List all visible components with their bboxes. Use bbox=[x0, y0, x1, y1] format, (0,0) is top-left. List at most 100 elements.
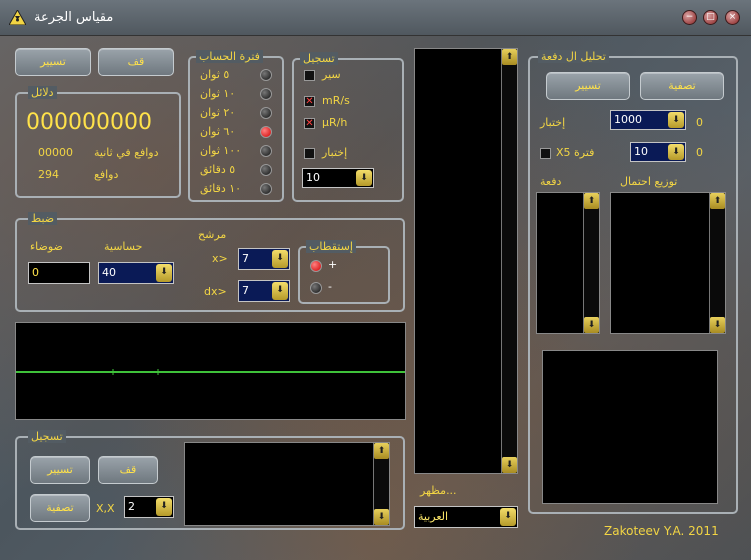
main-log-scrollbar[interactable]: ⬆ ⬇ bbox=[501, 49, 517, 473]
batch-label: دفعة bbox=[540, 175, 562, 188]
scroll-down-icon[interactable]: ⬇ bbox=[710, 317, 725, 333]
scroll-down-icon[interactable]: ⬇ bbox=[584, 317, 599, 333]
polarity-title: إستقطاب bbox=[306, 240, 356, 253]
chevron-down-icon: ⬇ bbox=[500, 508, 516, 526]
analysis-period-select[interactable]: 10 ⬇ bbox=[630, 142, 686, 162]
period-option-label: ١٠ دقائق bbox=[200, 182, 242, 195]
period-x5-label: X5 فترة bbox=[556, 146, 595, 159]
chevron-down-icon: ⬇ bbox=[668, 144, 684, 160]
record-option-checkbox[interactable]: ✕ bbox=[304, 118, 315, 129]
scroll-up-icon[interactable]: ⬆ bbox=[502, 49, 517, 65]
chevron-down-icon: ⬇ bbox=[668, 112, 684, 128]
counter-group bbox=[15, 92, 181, 198]
analysis-clear-button[interactable]: تصفية bbox=[640, 72, 724, 100]
scroll-down-icon[interactable]: ⬇ bbox=[502, 457, 517, 473]
minimize-button[interactable]: − bbox=[682, 10, 697, 25]
signal-scope bbox=[15, 322, 406, 420]
x-label: x> bbox=[212, 252, 228, 265]
period-option-label: ١٠٠ ثوان bbox=[200, 144, 242, 157]
analysis-test-select[interactable]: 1000 ⬇ bbox=[610, 110, 686, 130]
period-option-radio[interactable] bbox=[260, 126, 272, 138]
signal-trace bbox=[16, 369, 405, 375]
period-option-radio[interactable] bbox=[260, 69, 272, 81]
period-option-radio[interactable] bbox=[260, 107, 272, 119]
period-option-radio[interactable] bbox=[260, 88, 272, 100]
language-select[interactable]: العربية ⬇ bbox=[414, 506, 518, 528]
maximize-button[interactable]: □ bbox=[703, 10, 718, 25]
record-option-checkbox[interactable]: ✕ bbox=[304, 96, 315, 107]
batch-scrollbar[interactable]: ⬆ ⬇ bbox=[583, 193, 599, 333]
counter-title: دلائل bbox=[28, 86, 57, 99]
period-option-label: ٦٠ ثوان bbox=[200, 125, 236, 138]
scroll-up-icon[interactable]: ⬆ bbox=[374, 443, 389, 459]
sensitivity-select[interactable]: 40 ⬇ bbox=[98, 262, 174, 284]
dose-value: 000000000 bbox=[26, 110, 152, 135]
scroll-down-icon[interactable]: ⬇ bbox=[374, 509, 389, 525]
noise-label: ضوضاء bbox=[30, 240, 63, 253]
cps-value: 00000 bbox=[38, 146, 73, 159]
analysis-test-zero: 0 bbox=[696, 116, 703, 129]
batch-list: ⬆ ⬇ bbox=[536, 192, 600, 334]
title-bar: مقياس الجرعة − □ × bbox=[0, 0, 751, 36]
x-filter-select[interactable]: 7 ⬇ bbox=[238, 248, 290, 270]
analysis-period-zero: 0 bbox=[696, 146, 703, 159]
record-option-label: إختبار bbox=[322, 146, 348, 159]
chevron-down-icon: ⬇ bbox=[272, 250, 288, 268]
radiation-icon bbox=[8, 8, 27, 26]
polarity-plus-label: + bbox=[328, 258, 338, 271]
dx-label: dx> bbox=[204, 285, 227, 298]
main-log: ⬆ ⬇ bbox=[414, 48, 518, 474]
chevron-down-icon: ⬇ bbox=[156, 498, 172, 516]
period-option-radio[interactable] bbox=[260, 183, 272, 195]
period-option-radio[interactable] bbox=[260, 145, 272, 157]
period-option-radio[interactable] bbox=[260, 164, 272, 176]
scroll-up-icon[interactable]: ⬆ bbox=[710, 193, 725, 209]
chevron-down-icon: ⬇ bbox=[272, 282, 288, 300]
period-option-label: ٥ ثوان bbox=[200, 68, 230, 81]
chevron-down-icon: ⬇ bbox=[356, 170, 372, 186]
noise-input[interactable]: 0 bbox=[28, 262, 90, 284]
stop-button[interactable]: قف bbox=[98, 48, 174, 76]
rec2-scrollbar[interactable]: ⬆ ⬇ bbox=[373, 443, 389, 525]
rec2-select[interactable]: 2 ⬇ bbox=[124, 496, 174, 518]
record-option-checkbox[interactable] bbox=[304, 148, 315, 159]
close-button[interactable]: × bbox=[725, 10, 740, 25]
period-option-label: ٢٠ ثوان bbox=[200, 106, 236, 119]
dx-filter-select[interactable]: 7 ⬇ bbox=[238, 280, 290, 302]
filter-label: مرشح bbox=[198, 228, 227, 241]
period-x5-checkbox[interactable] bbox=[540, 148, 551, 159]
rec2-stop-button[interactable]: قف bbox=[98, 456, 158, 484]
chevron-down-icon: ⬇ bbox=[156, 264, 172, 282]
record-option-label: mR/s bbox=[322, 94, 350, 107]
copyright-text: Zakoteev Y.A. 2011 bbox=[604, 524, 719, 538]
sensitivity-label: حساسية bbox=[104, 240, 143, 253]
period-title: فترة الحساب bbox=[196, 50, 263, 63]
cps-label: دوافع في ثانية bbox=[94, 146, 159, 159]
window-title: مقياس الجرعة bbox=[34, 10, 114, 25]
polarity-minus-label: - bbox=[328, 280, 332, 293]
polarity-plus-radio[interactable] bbox=[310, 260, 322, 272]
distribution-label: توزيع احتمال bbox=[620, 175, 678, 188]
distribution-scrollbar[interactable]: ⬆ ⬇ bbox=[709, 193, 725, 333]
adjust-title: ضبط bbox=[28, 212, 58, 225]
rec2-title: تسجيل bbox=[28, 430, 66, 443]
analysis-test-label: إختبار bbox=[540, 116, 566, 129]
rec2-reset-button[interactable]: تسيير bbox=[30, 456, 90, 484]
reset-button[interactable]: تسيير bbox=[15, 48, 91, 76]
period-option-label: ١٠ ثوان bbox=[200, 87, 236, 100]
record-title: تسجيل bbox=[300, 52, 338, 65]
analysis-title: تحليل ال دفعة bbox=[538, 50, 609, 63]
analysis-reset-button[interactable]: تسيير bbox=[546, 72, 630, 100]
scroll-up-icon[interactable]: ⬆ bbox=[584, 193, 599, 209]
distribution-list: ⬆ ⬇ bbox=[610, 192, 726, 334]
record-option-checkbox[interactable] bbox=[304, 70, 315, 81]
appearance-label: مظهر... bbox=[420, 484, 457, 497]
rec2-clear-button[interactable]: تصفية bbox=[30, 494, 90, 522]
pulses-label: دوافع bbox=[94, 168, 119, 181]
record-interval-select[interactable]: 10 ⬇ bbox=[302, 168, 374, 188]
polarity-minus-radio[interactable] bbox=[310, 282, 322, 294]
pulses-value: 294 bbox=[38, 168, 59, 181]
xx-label: X,X bbox=[96, 502, 115, 515]
record-option-label: µR/h bbox=[322, 116, 348, 129]
polarity-group bbox=[298, 246, 390, 304]
